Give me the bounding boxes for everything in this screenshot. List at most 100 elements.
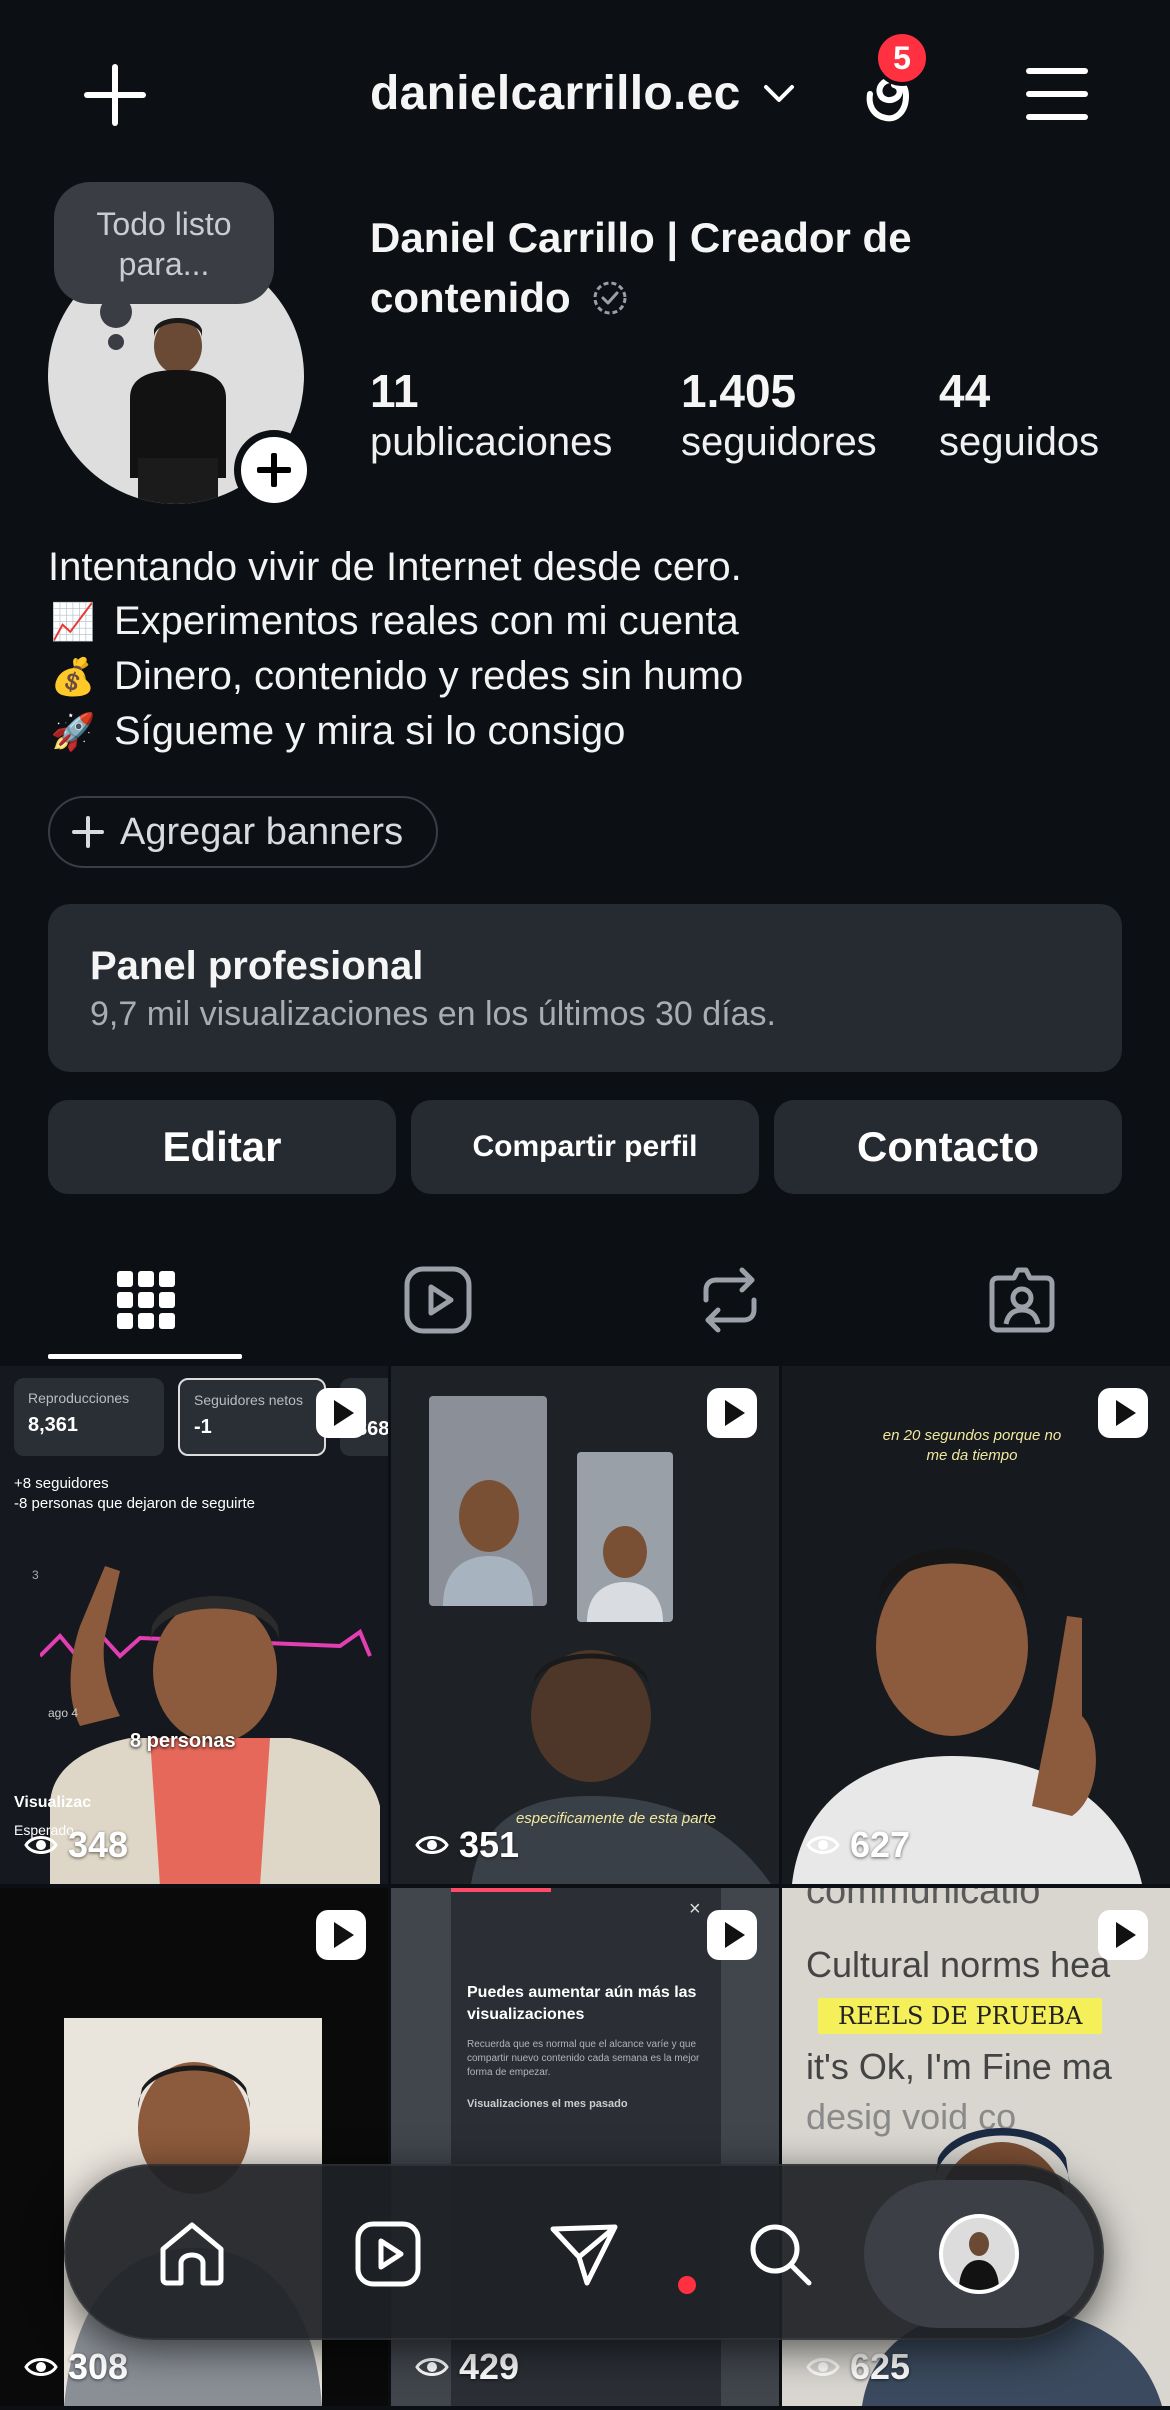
- grid-post[interactable]: Reproducciones 8,361 Seguidores netos -1…: [0, 1366, 388, 1884]
- bio-text: Sígueme y mira si lo consigo: [114, 709, 626, 753]
- overlay-body: Recuerda que es normal que el alcance va…: [467, 2039, 700, 2078]
- chart-emoji-icon: 📈: [50, 601, 96, 642]
- note-bubble-tail: [100, 296, 132, 328]
- overlay-text: -1: [194, 1416, 212, 1438]
- profile-photo: [130, 318, 226, 504]
- eye-icon: [24, 2358, 58, 2376]
- account-username[interactable]: danielcarrillo.ec: [370, 66, 741, 121]
- tab-reels[interactable]: [292, 1250, 584, 1350]
- view-count-value: 429: [459, 2346, 520, 2387]
- stat-value: 44: [939, 365, 991, 417]
- profile-full-name: Daniel Carrillo | Creador de contenido: [370, 208, 930, 328]
- progress-bar: [451, 1888, 551, 1892]
- reel-type-icon: [707, 1388, 757, 1438]
- eye-icon: [24, 1836, 58, 1854]
- grid-post[interactable]: en 20 segundos porque no me da tiempo 62…: [782, 1366, 1170, 1884]
- create-plus-icon[interactable]: [80, 62, 150, 132]
- eye-icon: [806, 2358, 840, 2376]
- reel-type-icon: [316, 1910, 366, 1960]
- eye-icon: [415, 2358, 449, 2376]
- view-count-value: 348: [68, 1824, 129, 1865]
- add-banners-button[interactable]: Agregar banners: [48, 796, 438, 868]
- overlay-text: +8 seguidores: [14, 1475, 109, 1492]
- view-count-value: 308: [68, 2346, 129, 2387]
- rocket-emoji-icon: 🚀: [50, 711, 96, 752]
- nav-profile-avatar[interactable]: [939, 2214, 1019, 2294]
- nav-search[interactable]: [726, 2200, 834, 2308]
- active-tab-indicator: [48, 1354, 242, 1359]
- bio-line: Intentando vivir de Internet desde cero.: [48, 540, 1128, 594]
- add-banners-label: Agregar banners: [120, 810, 404, 853]
- overlay-stat-card: Seguidores netos -1: [178, 1378, 326, 1456]
- overlay-stat-card: Reproducciones 8,361: [14, 1378, 164, 1456]
- nav-home[interactable]: [138, 2200, 246, 2308]
- bio-text: Experimentos reales con mi cuenta: [114, 599, 739, 643]
- stat-value: 1.405: [681, 365, 797, 417]
- bio-line: 💰 Dinero, contenido y redes sin humo: [48, 649, 1128, 704]
- overlay-text: -8 personas que dejaron de seguirte: [14, 1495, 255, 1512]
- profile-avatar: [959, 2232, 999, 2290]
- overlay-caption: 8 personas: [130, 1730, 236, 1752]
- tab-reposts[interactable]: [584, 1250, 876, 1350]
- money-bag-emoji-icon: 💰: [50, 656, 96, 697]
- stat-followers[interactable]: 1.405 seguidores: [681, 364, 877, 466]
- overlay-footer: Visualizaciones el mes pasado: [467, 2098, 628, 2110]
- eye-icon: [415, 1836, 449, 1854]
- note-bubble-tail-small: [108, 334, 124, 350]
- professional-dashboard-card[interactable]: Panel profesional 9,7 mil visualizacione…: [48, 904, 1122, 1072]
- overlay-text: Seguidores netos: [194, 1392, 303, 1408]
- bio-line: 📈 Experimentos reales con mi cuenta: [48, 594, 1128, 649]
- menu-hamburger-icon[interactable]: [1026, 68, 1088, 120]
- chevron-down-icon[interactable]: [762, 76, 796, 110]
- reposts-icon: [703, 1267, 757, 1333]
- share-profile-button[interactable]: Compartir perfil: [411, 1100, 759, 1194]
- tab-posts[interactable]: [0, 1250, 292, 1350]
- reels-icon: [355, 2221, 421, 2287]
- bio-line: 🚀 Sígueme y mira si lo consigo: [48, 704, 1128, 759]
- notification-badge[interactable]: 5: [874, 30, 930, 86]
- eye-icon: [806, 1836, 840, 1854]
- view-count: 348: [24, 1824, 128, 1866]
- posts-grid-icon: [117, 1271, 175, 1329]
- view-count: 627: [806, 1824, 910, 1866]
- overlay-caption: especificamente de esta parte: [515, 1810, 717, 1827]
- verified-check-icon: [593, 281, 627, 315]
- top-bar: danielcarrillo.ec 5: [0, 0, 1170, 180]
- grid-post[interactable]: especificamente de esta parte 351: [391, 1366, 779, 1884]
- add-story-icon[interactable]: [234, 430, 314, 510]
- panel-title: Panel profesional: [90, 944, 424, 988]
- bottom-navigation-bar: [64, 2164, 1104, 2340]
- reel-type-icon: [316, 1388, 366, 1438]
- overlay-title: Puedes aumentar aún más las visualizacio…: [467, 1984, 697, 2023]
- overlay-screenshot: [429, 1396, 547, 1606]
- unread-dot: [678, 2276, 696, 2294]
- close-icon: ×: [689, 1898, 701, 1920]
- stat-label: seguidos: [939, 420, 1100, 464]
- overlay-text: 8,361: [28, 1414, 79, 1436]
- profile-note-bubble[interactable]: Todo listo para...: [54, 182, 274, 304]
- overlay-caption: en 20 segundos porque no me da tiempo: [882, 1427, 1062, 1464]
- plus-icon: [72, 816, 104, 848]
- view-count: 429: [415, 2346, 519, 2388]
- reel-type-icon: [1098, 1910, 1148, 1960]
- overlay-text: Visualizac: [14, 1794, 92, 1811]
- reel-type-icon: [707, 1910, 757, 1960]
- view-count-value: 625: [850, 2346, 911, 2387]
- overlay-text: communicatio: [806, 1888, 1041, 1912]
- view-count-value: 351: [459, 1824, 520, 1865]
- contact-button[interactable]: Contacto: [774, 1100, 1122, 1194]
- edit-profile-button[interactable]: Editar: [48, 1100, 396, 1194]
- stat-label: publicaciones: [370, 420, 613, 464]
- bio-text: Intentando vivir de Internet desde cero.: [48, 545, 742, 589]
- nav-messages[interactable]: [530, 2200, 638, 2308]
- stat-label: seguidores: [681, 420, 877, 464]
- stat-posts[interactable]: 11 publicaciones: [370, 364, 612, 466]
- messages-icon: [550, 2224, 618, 2286]
- nav-reels[interactable]: [334, 2200, 442, 2308]
- tab-tagged[interactable]: [876, 1250, 1168, 1350]
- view-count: 625: [806, 2346, 910, 2388]
- overlay-text: ago 4: [48, 1706, 79, 1720]
- stat-following[interactable]: 44 seguidos: [939, 364, 1099, 466]
- overlay-text: Reproducciones: [28, 1390, 130, 1406]
- stat-value: 11: [370, 365, 419, 417]
